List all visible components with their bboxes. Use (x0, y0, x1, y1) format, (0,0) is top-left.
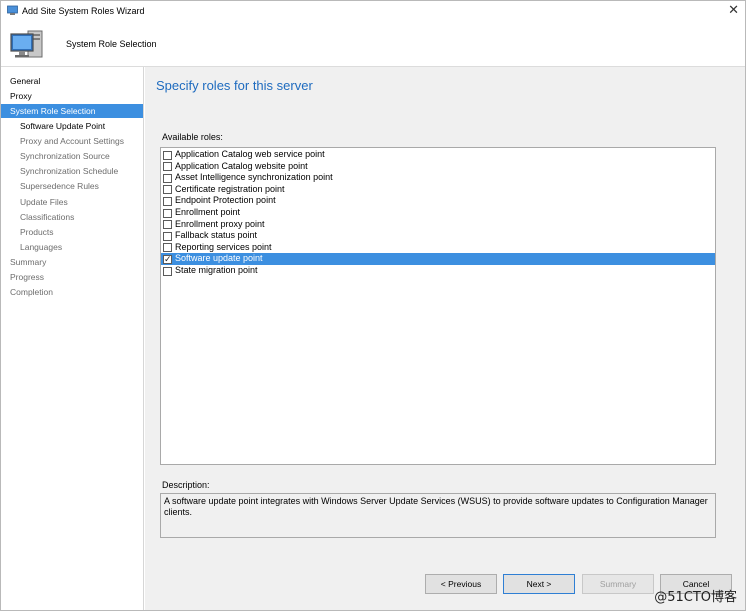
wizard-header: System Role Selection (1, 21, 745, 67)
role-checkbox[interactable] (163, 208, 172, 218)
nav-item-summary[interactable]: Summary (1, 255, 143, 269)
role-row[interactable]: Certificate registration point (161, 184, 715, 196)
roles-list[interactable]: Application Catalog web service point Ap… (160, 147, 716, 465)
nav-item-proxy[interactable]: Proxy (1, 89, 143, 103)
role-label: Certificate registration point (175, 183, 285, 194)
role-label: Endpoint Protection point (175, 195, 276, 206)
role-checkbox[interactable] (163, 196, 172, 206)
nav-item-synchronization-schedule[interactable]: Synchronization Schedule (1, 164, 143, 178)
summary-button[interactable]: Summary (582, 574, 654, 594)
role-label: Application Catalog web service point (175, 149, 325, 159)
nav-item-products[interactable]: Products (1, 225, 143, 239)
role-label: Application Catalog website point (175, 160, 308, 171)
page-heading: Specify roles for this server (156, 78, 313, 93)
role-label: Asset Intelligence synchronization point (175, 172, 333, 183)
nav-item-supersedence-rules[interactable]: Supersedence Rules (1, 179, 143, 193)
role-label: Software update point (175, 253, 263, 264)
nav-item-proxy-account-settings[interactable]: Proxy and Account Settings (1, 134, 143, 148)
role-checkbox[interactable] (163, 162, 172, 172)
checkmark-icon: ✓ (164, 253, 172, 264)
role-row[interactable]: Enrollment proxy point (161, 219, 715, 231)
role-checkbox[interactable] (163, 185, 172, 195)
role-label: Enrollment proxy point (175, 218, 265, 229)
role-row[interactable]: Fallback status point (161, 230, 715, 242)
role-row[interactable]: Asset Intelligence synchronization point (161, 172, 715, 184)
role-row[interactable]: Endpoint Protection point (161, 195, 715, 207)
computer-icon (10, 30, 43, 58)
nav-item-progress[interactable]: Progress (1, 270, 143, 284)
role-row[interactable]: State migration point (161, 265, 715, 277)
nav-item-software-update-point[interactable]: Software Update Point (1, 119, 143, 133)
previous-button[interactable]: < Previous (425, 574, 497, 594)
nav-item-classifications[interactable]: Classifications (1, 210, 143, 224)
nav-item-update-files[interactable]: Update Files (1, 195, 143, 209)
step-title: System Role Selection (66, 39, 157, 49)
main-content: Specify roles for this server Available … (145, 67, 745, 558)
nav-item-languages[interactable]: Languages (1, 240, 143, 254)
available-roles-label: Available roles: (162, 132, 223, 142)
window-title: Add Site System Roles Wizard (22, 6, 145, 16)
description-label: Description: (162, 480, 210, 490)
role-checkbox[interactable] (163, 173, 172, 183)
watermark: @51CTO博客 (654, 590, 737, 605)
next-button[interactable]: Next > (503, 574, 575, 594)
wizard-window: Add Site System Roles Wizard ✕ System Ro… (0, 0, 746, 611)
role-checkbox[interactable] (163, 150, 172, 160)
nav-item-completion[interactable]: Completion (1, 285, 143, 299)
nav-item-synchronization-source[interactable]: Synchronization Source (1, 149, 143, 163)
role-checkbox[interactable] (163, 266, 172, 276)
role-label: Fallback status point (175, 230, 258, 241)
role-label: Reporting services point (175, 241, 272, 252)
wizard-nav: General Proxy System Role Selection Soft… (1, 67, 144, 610)
role-row-selected[interactable]: ✓ Software update point (161, 253, 715, 265)
title-bar: Add Site System Roles Wizard ✕ (1, 1, 745, 21)
role-checkbox[interactable] (163, 220, 172, 230)
nav-item-general[interactable]: General (1, 74, 143, 88)
role-checkbox-checked[interactable]: ✓ (163, 253, 172, 264)
role-row[interactable]: Application Catalog website point (161, 161, 715, 173)
close-icon[interactable]: ✕ (728, 3, 739, 17)
description-text: A software update point integrates with … (160, 493, 716, 538)
role-checkbox[interactable] (163, 231, 172, 241)
role-row[interactable]: Application Catalog web service point (161, 149, 715, 161)
role-label: State migration point (175, 265, 258, 275)
wizard-app-icon (7, 5, 18, 15)
nav-item-system-role-selection[interactable]: System Role Selection (1, 104, 143, 118)
role-row[interactable]: Reporting services point (161, 242, 715, 254)
role-label: Enrollment point (175, 207, 241, 217)
role-checkbox[interactable] (163, 243, 172, 253)
role-row[interactable]: Enrollment point (161, 207, 715, 219)
